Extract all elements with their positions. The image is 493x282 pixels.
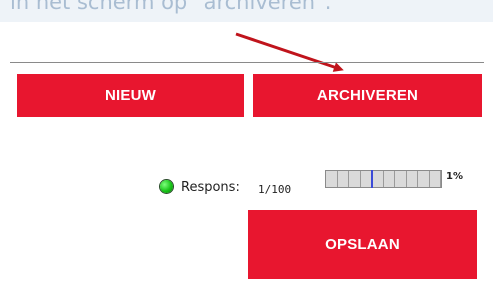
progress-segment (326, 171, 338, 187)
progress-segment (372, 171, 384, 187)
archive-button[interactable]: ARCHIVEREN (253, 74, 482, 117)
progress-segment (429, 171, 441, 187)
progress-segment (418, 171, 430, 187)
response-progress-bar (325, 170, 442, 188)
response-percent: 1% (446, 171, 463, 182)
new-button[interactable]: NIEUW (17, 74, 244, 117)
response-label: Respons: (181, 180, 240, 195)
save-button[interactable]: OPSLAAN (248, 210, 477, 279)
progress-marker (371, 170, 373, 188)
section-divider (10, 62, 484, 63)
response-count: 1/100 (258, 183, 292, 196)
progress-segment (395, 171, 407, 187)
progress-segment (337, 171, 349, 187)
progress-segment (406, 171, 418, 187)
status-dot-icon (160, 180, 173, 193)
progress-segment (383, 171, 395, 187)
progress-segment (349, 171, 361, 187)
